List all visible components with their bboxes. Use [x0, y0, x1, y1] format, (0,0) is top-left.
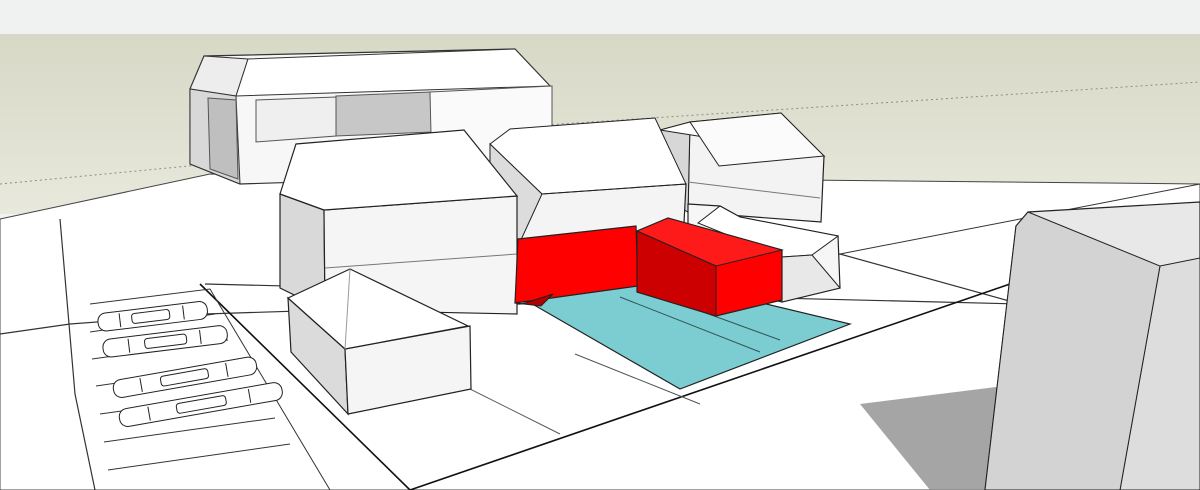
3d-viewport[interactable] [0, 34, 1200, 490]
cad-app-window [0, 0, 1200, 490]
top-toolbar-strip [0, 0, 1200, 34]
scene-svg[interactable] [0, 34, 1200, 490]
